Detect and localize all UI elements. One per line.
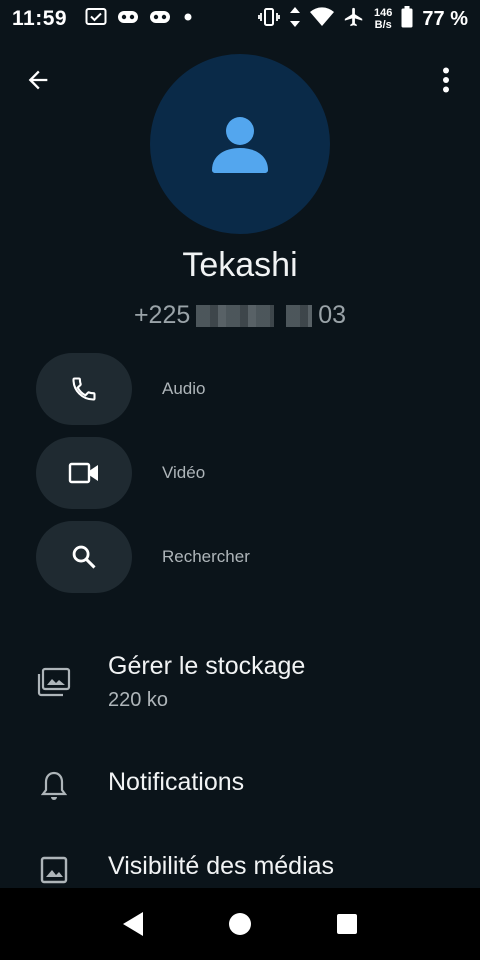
arrow-left-icon [28,70,48,90]
action-label: Rechercher [162,547,250,566]
net-speed-value: 146 [374,7,393,19]
audio-call-button[interactable] [36,353,132,425]
list-item-manage-storage[interactable]: Gérer le stockage 220 ko [0,652,480,722]
vibrate-icon [258,7,280,32]
search-icon [72,545,96,569]
check-box-icon [85,7,107,32]
phone-suffix: 03 [318,301,347,329]
video-call-button[interactable] [36,437,132,509]
square-recents-icon [336,914,357,934]
action-search[interactable]: Rechercher [36,521,250,593]
airplane-icon [343,6,365,33]
nav-recents-button[interactable] [327,904,367,944]
action-video[interactable]: Vidéo [36,437,205,509]
video-camera-icon [68,462,98,484]
image-icon [36,852,72,888]
action-audio[interactable]: Audio [36,353,205,425]
net-speed-unit: B/s [374,19,392,31]
data-arrows-icon [289,6,301,33]
status-time: 11:59 [12,7,68,30]
list-item-title: Visibilité des médias [108,852,335,880]
gamepad-icon [149,9,171,30]
battery-icon [401,5,413,33]
search-button[interactable] [36,521,132,593]
gamepad-icon [117,9,139,30]
notification-icons [85,7,195,32]
storage-folder-icon [36,664,72,700]
action-label: Audio [162,379,206,398]
nav-home-button[interactable] [220,904,260,944]
network-speed: 146 B/s [374,7,392,31]
list-item-media-visibility[interactable]: Visibilité des médias [0,852,480,888]
triangle-back-icon [123,912,144,936]
phone-redacted-block [196,304,275,327]
phone-redacted-block [286,304,313,327]
bell-icon [36,768,72,804]
dot-icon [181,10,195,29]
wifi-icon [310,6,335,32]
list-item-notifications[interactable]: Notifications [0,768,480,808]
avatar[interactable] [150,54,330,234]
nav-back-button[interactable] [113,904,153,944]
system-nav-bar [0,888,480,960]
battery-percentage: 77 % [422,7,468,30]
list-item-subtitle: 220 ko [108,689,169,711]
more-options-button[interactable] [426,60,466,100]
status-bar: 11:59 146 B/s 77 % [0,0,480,38]
circle-home-icon [228,913,251,935]
phone-icon [72,377,96,401]
phone-prefix: +225 [133,301,191,329]
list-item-title: Notifications [108,768,245,796]
contact-phone: +225 03 [0,301,480,330]
back-button[interactable] [18,60,58,100]
more-vertical-icon [443,67,449,93]
action-label: Vidéo [162,463,206,482]
contact-name: Tekashi [182,246,298,284]
list-item-title: Gérer le stockage [108,652,306,680]
person-icon [212,117,268,173]
